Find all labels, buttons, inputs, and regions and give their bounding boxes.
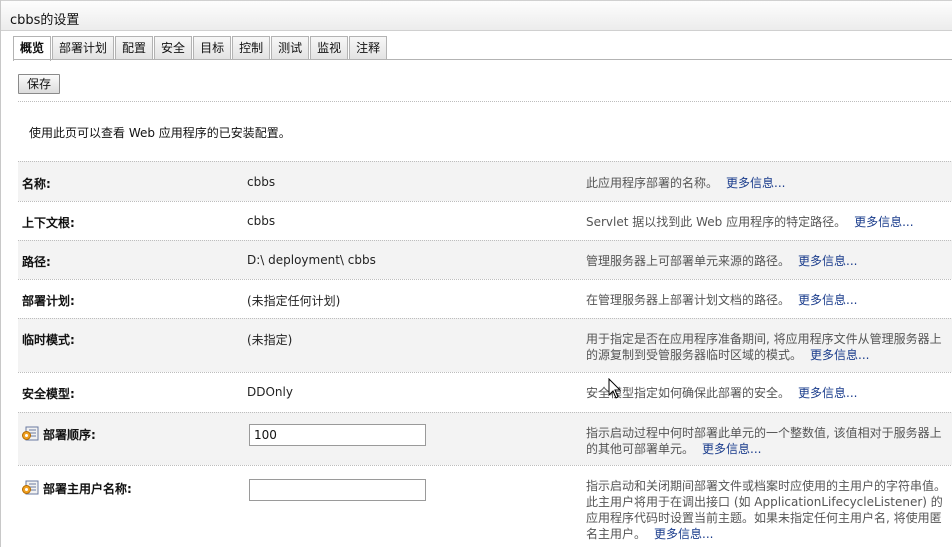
field-description: 在管理服务器上部署计划文档的路径。 更多信息... <box>586 292 952 308</box>
more-info-link[interactable]: 更多信息... <box>798 386 857 400</box>
more-info-link[interactable]: 更多信息... <box>854 215 913 229</box>
tab-notes[interactable]: 注释 <box>349 36 388 59</box>
deployment-order-input[interactable] <box>249 424 426 446</box>
more-info-link[interactable]: 更多信息... <box>798 254 857 268</box>
row-deployment-order: 部署顺序: 指示启动过程中何时部署此单元的一个整数值, 该值相对于服务器上的其他… <box>18 412 952 465</box>
field-value: (未指定任何计划) <box>247 294 341 308</box>
description-text: 指示启动和关闭期间部署文件或档案时应使用的主用户的字符串值。此主用户将用于在调出… <box>586 479 947 541</box>
row-path: 路径: D:\ deployment\ cbbs 管理服务器上可部署单元来源的路… <box>18 240 952 279</box>
description-text: Servlet 据以找到此 Web 应用程序的特定路径。 <box>586 215 847 229</box>
row-deployment-principal: 部署主用户名称: 指示启动和关闭期间部署文件或档案时应使用的主用户的字符串值。此… <box>18 465 952 547</box>
field-label: 部署计划: <box>22 294 75 308</box>
page-title: cbbs的设置 <box>10 13 80 28</box>
more-info-link[interactable]: 更多信息... <box>810 348 869 362</box>
field-description: Servlet 据以找到此 Web 应用程序的特定路径。 更多信息... <box>586 214 952 230</box>
tab-security[interactable]: 安全 <box>154 36 193 59</box>
field-description: 此应用程序部署的名称。 更多信息... <box>586 175 952 191</box>
mouse-cursor-icon <box>608 378 622 399</box>
tab-configuration[interactable]: 配置 <box>115 36 154 59</box>
tab-divider <box>13 59 952 60</box>
row-context-root: 上下文根: cbbs Servlet 据以找到此 Web 应用程序的特定路径。更… <box>18 201 952 240</box>
divider <box>18 101 952 102</box>
field-label: 临时模式: <box>22 333 75 347</box>
field-description: 指示启动过程中何时部署此单元的一个整数值, 该值相对于服务器上的其他可部署单元。… <box>586 425 952 457</box>
settings-panel: cbbs的设置 概览 部署计划 配置 安全 目标 控制 测试 监视 注释 保存 … <box>0 0 952 547</box>
tab-testing[interactable]: 测试 <box>271 36 310 59</box>
description-text: 指示启动过程中何时部署此单元的一个整数值, 该值相对于服务器上的其他可部署单元。 <box>586 426 942 456</box>
field-label: 部署顺序: <box>43 428 96 442</box>
row-security-model: 安全模型: DDOnly 安全模型指定如何确保此部署的安全。 更多信息... <box>18 372 952 412</box>
field-value: D:\ deployment\ cbbs <box>247 253 376 267</box>
field-label: 上下文根: <box>22 216 75 230</box>
field-label: 部署主用户名称: <box>43 482 132 496</box>
more-info-link[interactable]: 更多信息... <box>654 527 713 541</box>
field-label: 安全模型: <box>22 387 75 401</box>
field-value: cbbs <box>247 175 276 189</box>
more-info-link[interactable]: 更多信息... <box>726 176 785 190</box>
field-label: 路径: <box>22 255 51 269</box>
field-value: (未指定) <box>247 333 293 347</box>
description-text: 管理服务器上可部署单元来源的路径。 <box>586 254 791 268</box>
more-info-link[interactable]: 更多信息... <box>798 293 857 307</box>
tab-targets[interactable]: 目标 <box>193 36 232 59</box>
field-description: 指示启动和关闭期间部署文件或档案时应使用的主用户的字符串值。此主用户将用于在调出… <box>586 478 952 542</box>
tab-monitoring[interactable]: 监视 <box>310 36 349 59</box>
row-deployment-plan: 部署计划: (未指定任何计划) 在管理服务器上部署计划文档的路径。 更多信息... <box>18 279 952 318</box>
field-value: cbbs <box>247 214 276 228</box>
more-info-link[interactable]: 更多信息... <box>702 442 761 456</box>
description-text: 用于指定是否在应用程序准备期间, 将应用程序文件从管理服务器上的源复制到受管服务… <box>586 332 942 362</box>
tab-overview[interactable]: 概览 <box>13 36 52 61</box>
save-button[interactable]: 保存 <box>18 74 61 94</box>
field-description: 管理服务器上可部署单元来源的路径。 更多信息... <box>586 253 952 269</box>
field-label: 名称: <box>22 177 51 191</box>
tab-deployment-plan[interactable]: 部署计划 <box>52 36 115 59</box>
description-text: 此应用程序部署的名称。 <box>586 176 719 190</box>
page-intro: 使用此页可以查看 Web 应用程序的已安装配置。 <box>29 126 291 140</box>
row-name: 名称: cbbs 此应用程序部署的名称。 更多信息... <box>18 161 952 201</box>
config-edit-icon <box>22 480 39 495</box>
field-value: DDOnly <box>247 385 293 399</box>
description-text: 在管理服务器上部署计划文档的路径。 <box>586 293 791 307</box>
deployment-principal-input[interactable] <box>249 479 426 501</box>
config-edit-icon <box>22 426 39 441</box>
tab-control[interactable]: 控制 <box>232 36 271 59</box>
row-staging-mode: 临时模式: (未指定) 用于指定是否在应用程序准备期间, 将应用程序文件从管理服… <box>18 318 952 372</box>
field-description: 用于指定是否在应用程序准备期间, 将应用程序文件从管理服务器上的源复制到受管服务… <box>586 331 952 363</box>
field-description: 安全模型指定如何确保此部署的安全。 更多信息... <box>586 385 952 401</box>
tab-bar: 概览 部署计划 配置 安全 目标 控制 测试 监视 注释 <box>13 36 388 61</box>
panel-title-bar: cbbs的设置 <box>1 0 952 31</box>
